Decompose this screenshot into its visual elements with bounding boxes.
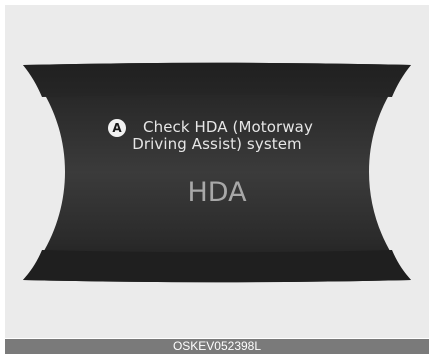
- illustration-frame: A Check HDA (Motorway Driving Assist) sy…: [5, 5, 429, 338]
- instrument-display-panel: [23, 62, 411, 283]
- warning-message-line-2: Driving Assist) system: [132, 135, 302, 153]
- hda-indicator-label: HDA: [187, 177, 247, 208]
- warning-message-line-1: Check HDA (Motorway: [5, 118, 429, 136]
- caption-bar: OSKEV052398L: [5, 339, 429, 354]
- warning-message-text-1: Check HDA (Motorway: [143, 118, 313, 136]
- display-bottom-band: [23, 250, 411, 283]
- display-top-band: [23, 62, 411, 97]
- image-code-caption: OSKEV052398L: [172, 339, 262, 353]
